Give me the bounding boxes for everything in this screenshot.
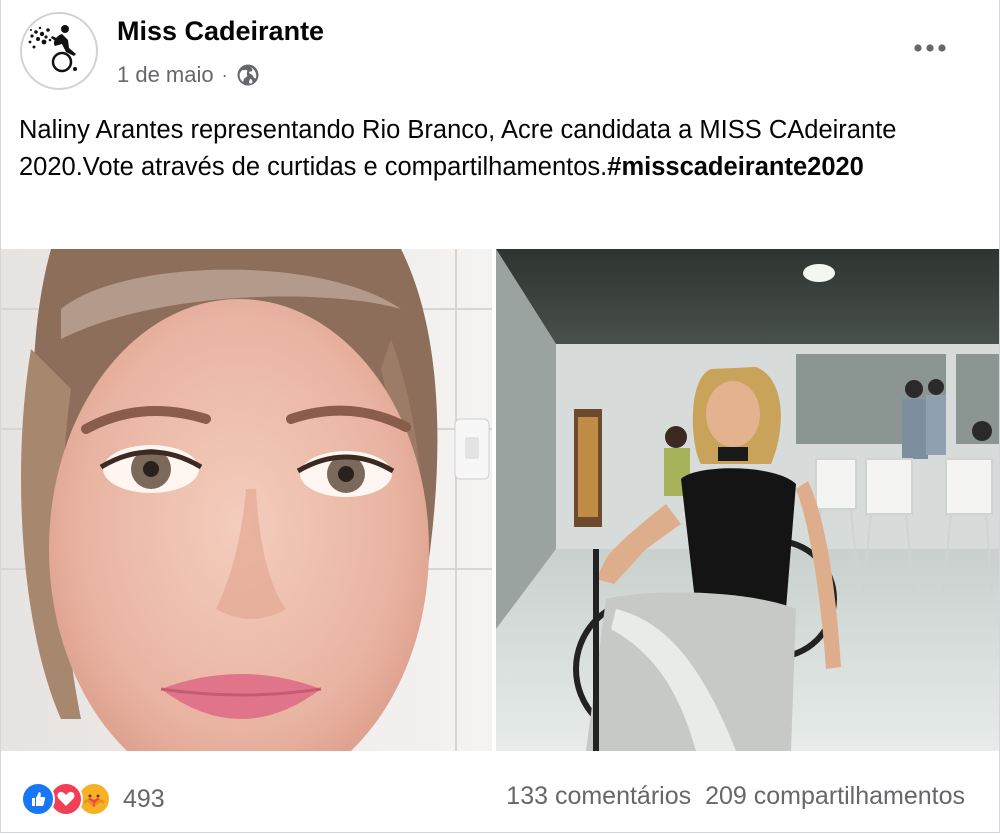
meta-separator: · xyxy=(221,64,228,85)
selfie-image xyxy=(1,249,492,751)
hashtag-link[interactable]: #misscadeirante2020 xyxy=(607,153,864,181)
page-name[interactable]: Miss Cadeirante xyxy=(117,16,324,47)
selfie-photo[interactable] xyxy=(1,249,492,751)
engagement-stats: 133 comentários 209 compartilhamentos xyxy=(506,782,965,811)
wheelchair-image xyxy=(496,249,999,751)
comments-count-link[interactable]: 133 comentários xyxy=(506,782,691,811)
post-meta: 1 de maio · xyxy=(117,62,260,88)
more-options-icon xyxy=(914,44,946,52)
post-card: Miss Cadeirante 1 de maio · Naliny Arant… xyxy=(0,0,1000,833)
like-icon xyxy=(21,782,55,816)
page-avatar[interactable] xyxy=(20,12,98,90)
post-date[interactable]: 1 de maio xyxy=(117,62,214,88)
reactions-summary[interactable]: 493 xyxy=(21,782,165,816)
wheelchair-logo-icon xyxy=(28,25,77,73)
reaction-count[interactable]: 493 xyxy=(123,785,165,814)
globe-icon[interactable] xyxy=(236,63,260,87)
post-text: Naliny Arantes representando Rio Branco,… xyxy=(19,112,949,186)
wheelchair-photo[interactable] xyxy=(496,249,999,751)
more-options-button[interactable] xyxy=(906,30,954,66)
shares-count-link[interactable]: 209 compartilhamentos xyxy=(705,782,965,811)
post-footer: 493 133 comentários 209 compartilhamento… xyxy=(1,752,999,832)
